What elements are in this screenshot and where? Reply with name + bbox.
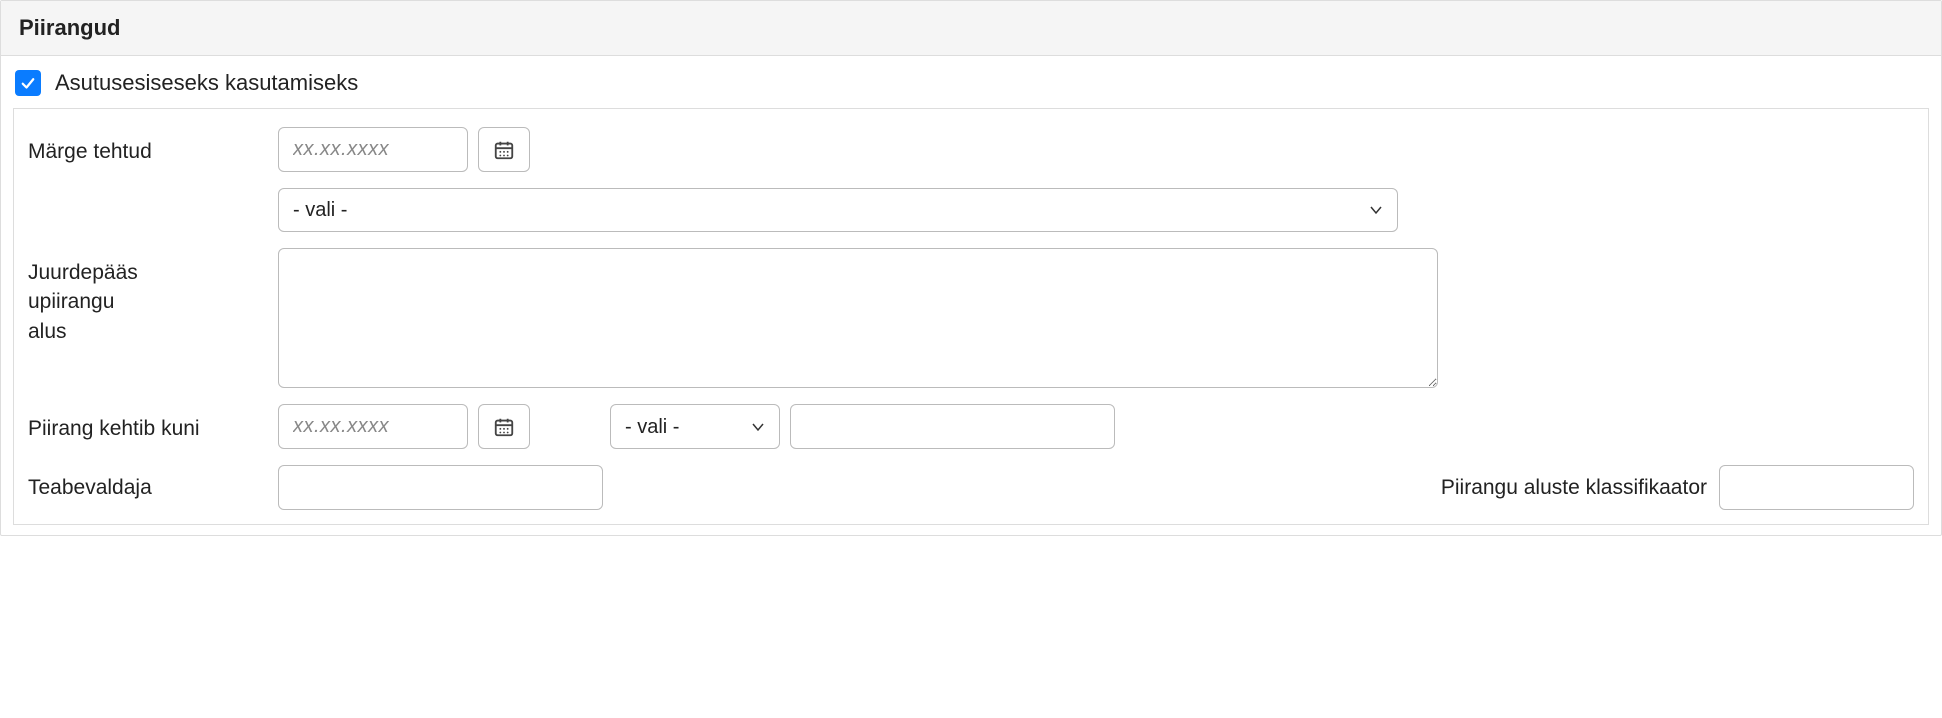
calendar-icon: [493, 139, 515, 161]
label-basis: Juurdepääs upiirangu alus: [28, 248, 278, 346]
controls-basis: [278, 248, 1398, 388]
holder-input[interactable]: [278, 465, 603, 510]
restrictions-panel: Piirangud Asutusesiseseks kasutamiseks M…: [0, 0, 1942, 536]
panel-title: Piirangud: [1, 1, 1941, 56]
classifier-input[interactable]: [1719, 465, 1914, 510]
controls-marked: - vali -: [278, 127, 1398, 232]
label-valid-until: Piirang kehtib kuni: [28, 404, 278, 443]
label-holder: Teabevaldaja: [28, 473, 278, 502]
row-valid-until: Piirang kehtib kuni: [28, 404, 1914, 449]
row-marked: Märge tehtud: [28, 127, 1914, 232]
marked-date-input[interactable]: [278, 127, 468, 172]
row-basis: Juurdepääs upiirangu alus: [28, 248, 1914, 388]
internal-use-row: Asutusesiseseks kasutamiseks: [13, 70, 1929, 96]
marked-select[interactable]: - vali -: [278, 188, 1398, 232]
check-icon: [19, 74, 37, 92]
valid-until-date-input[interactable]: [278, 404, 468, 449]
label-marked: Märge tehtud: [28, 127, 278, 166]
calendar-icon: [493, 416, 515, 438]
label-classifier: Piirangu aluste klassifikaator: [1441, 476, 1707, 500]
controls-valid-until: - vali -: [278, 404, 1398, 449]
basis-textarea[interactable]: [278, 248, 1438, 388]
marked-date-picker-button[interactable]: [478, 127, 530, 172]
restrictions-fieldset: Märge tehtud: [13, 108, 1929, 525]
internal-use-label: Asutusesiseseks kasutamiseks: [55, 70, 358, 96]
row-bottom: Teabevaldaja Piirangu aluste klassifikaa…: [28, 465, 1914, 510]
valid-until-date-picker-button[interactable]: [478, 404, 530, 449]
valid-until-extra-input[interactable]: [790, 404, 1115, 449]
valid-until-select[interactable]: - vali -: [610, 404, 780, 449]
internal-use-checkbox[interactable]: [15, 70, 41, 96]
panel-body: Asutusesiseseks kasutamiseks Märge tehtu…: [1, 56, 1941, 535]
